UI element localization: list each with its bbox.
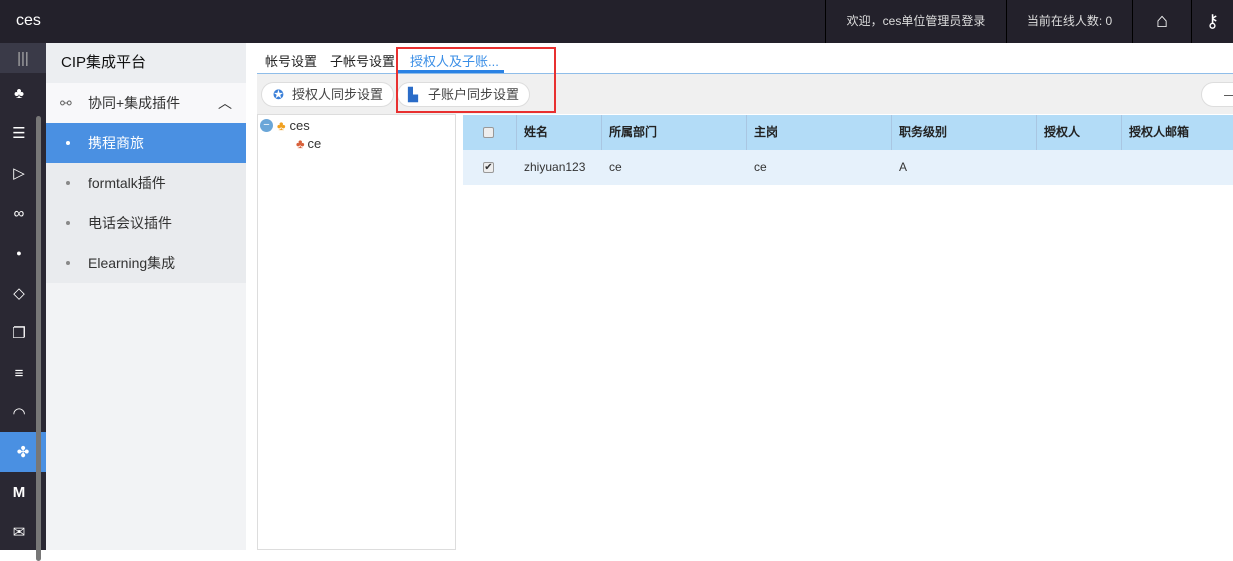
sidebar: CIP集成平台 ⚯ 协同+集成插件 ︿ 携程商旅 formtalk插件 电话会议…: [46, 43, 246, 550]
key-icon[interactable]: ⚷: [1191, 0, 1233, 43]
group-label: 协同+集成插件: [88, 95, 181, 111]
tree-node-root[interactable]: − ♣ ces: [260, 118, 310, 133]
sidebar-item-ctrip[interactable]: 携程商旅: [46, 123, 246, 163]
home-icon[interactable]: ⌂: [1132, 0, 1191, 43]
sidebar-item-formtalk[interactable]: formtalk插件: [46, 163, 246, 203]
user-table: 姓名 所属部门 主岗 职务级别 授权人 授权人邮箱 ✔ zhiyuan123 c…: [463, 114, 1233, 550]
rail-scrollbar[interactable]: [36, 116, 41, 561]
sidebar-group[interactable]: ⚯ 协同+集成插件 ︿: [46, 83, 246, 123]
highlight-box: [396, 47, 556, 113]
badge-icon: ✪: [273, 87, 284, 102]
header-authorizer-email[interactable]: 授权人邮箱: [1122, 115, 1233, 150]
wechat-icon[interactable]: ✉: [0, 512, 38, 552]
header-level[interactable]: 职务级别: [892, 115, 1037, 150]
toolbar-right-button[interactable]: —: [1201, 82, 1233, 107]
tab-sub-account[interactable]: 子帐号设置: [330, 51, 395, 70]
flow-icon[interactable]: ∞: [0, 193, 38, 233]
header-main-post[interactable]: 主岗: [747, 115, 892, 150]
cell-main-post: ce: [754, 160, 767, 174]
sliders-icon[interactable]: ☰: [0, 113, 38, 153]
cube-icon[interactable]: ◇: [0, 273, 38, 313]
org-chart-icon[interactable]: ♣: [0, 73, 38, 113]
btn1-label: 授权人同步设置: [292, 87, 384, 102]
table-row[interactable]: ✔ zhiyuan123 ce ce A: [463, 150, 1233, 185]
header-dept[interactable]: 所属部门: [602, 115, 747, 150]
header-name[interactable]: 姓名: [517, 115, 602, 150]
authorizer-sync-button[interactable]: ✪ 授权人同步设置: [261, 82, 395, 107]
cell-name: zhiyuan123: [524, 160, 586, 174]
select-all-cell: [463, 115, 517, 150]
tree-child-label: ce: [307, 136, 322, 151]
brand: ces: [16, 12, 41, 29]
select-all-checkbox[interactable]: [483, 127, 494, 138]
cell-authorizer-email: [1122, 150, 1233, 185]
top-bar: ces 欢迎，ces单位管理员登录 当前在线人数: 0 ⌂ ⚷: [0, 0, 1233, 43]
chevron-up-icon[interactable]: ︿: [218, 83, 232, 123]
welcome-text: 欢迎，ces单位管理员登录: [825, 0, 1006, 43]
gauge-icon[interactable]: ◠: [0, 393, 38, 433]
database-icon[interactable]: ≡: [0, 353, 38, 393]
department-icon: ♣: [296, 136, 305, 151]
sidebar-item-conference[interactable]: 电话会议插件: [46, 203, 246, 243]
icon-rail: ||| ♣ ☰ ▷ ∞ ● ◇ ❐ ≡ ◠ ✤ M ✉: [0, 43, 46, 561]
org-tree: − ♣ ces ♣ ce: [257, 114, 456, 550]
tree-root-label: ces: [289, 118, 310, 133]
menu-icon[interactable]: |||: [0, 43, 46, 73]
org-icon: ♣: [277, 118, 286, 133]
header-authorizer[interactable]: 授权人: [1037, 115, 1122, 150]
cell-authorizer: [1037, 150, 1122, 185]
collapse-icon[interactable]: −: [260, 119, 273, 132]
m-icon[interactable]: M: [0, 472, 38, 512]
sidebar-title: CIP集成平台: [46, 43, 246, 83]
tab-account[interactable]: 帐号设置: [265, 51, 317, 70]
share-icon: ⚯: [60, 95, 72, 111]
send-icon[interactable]: ▷: [0, 153, 38, 193]
online-count: 当前在线人数: 0: [1006, 0, 1132, 43]
documents-icon[interactable]: ❐: [0, 313, 38, 353]
cell-dept: ce: [609, 160, 622, 174]
sidebar-item-elearning[interactable]: Elearning集成: [46, 243, 246, 283]
cell-level: A: [899, 160, 908, 174]
tree-node-child[interactable]: ♣ ce: [296, 136, 321, 151]
row-select-cell: ✔: [463, 150, 517, 185]
row-checkbox[interactable]: ✔: [483, 162, 494, 173]
cap-icon[interactable]: ●: [0, 233, 38, 273]
table-header: 姓名 所属部门 主岗 职务级别 授权人 授权人邮箱: [463, 115, 1233, 150]
